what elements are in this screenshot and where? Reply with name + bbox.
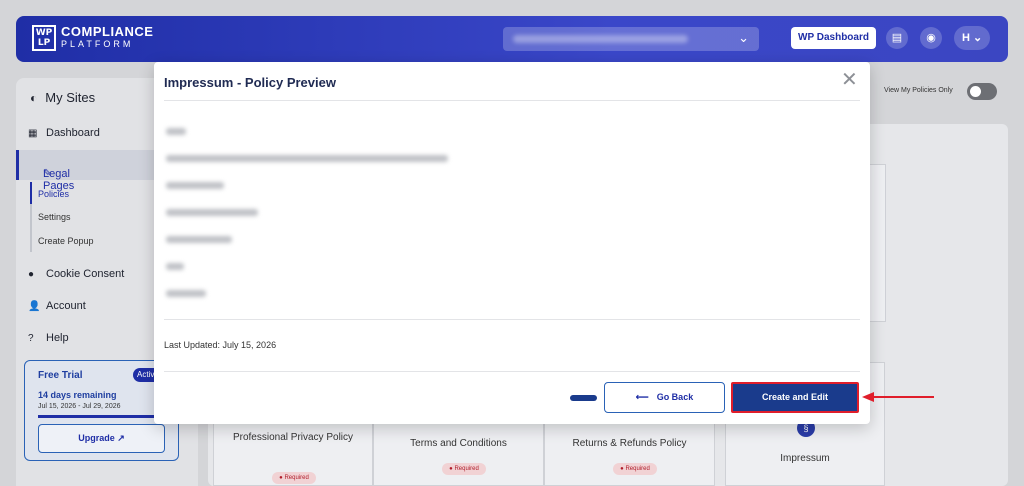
policy-content-line xyxy=(166,236,232,243)
sidebar-item-cookie-consent[interactable]: ● Cookie Consent xyxy=(28,268,124,280)
required-badge: ● Required xyxy=(442,463,486,475)
policy-card-title: Impressum xyxy=(780,453,830,464)
grid-icon: ▦ xyxy=(28,128,38,139)
submenu-active-indicator xyxy=(30,182,32,204)
policy-card[interactable]: Terms and Conditions ● Required xyxy=(373,419,544,486)
sidebar-my-sites[interactable]: ◐ My Sites xyxy=(30,90,95,105)
policy-content-line xyxy=(166,182,224,189)
sidebar-subitem-create-popup[interactable]: Create Popup xyxy=(38,236,94,246)
user-initial: H xyxy=(962,32,970,44)
policy-card[interactable]: Returns & Refunds Policy ● Required xyxy=(544,419,715,486)
sidebar-subitem-settings[interactable]: Settings xyxy=(38,212,71,222)
loading-pill xyxy=(570,395,597,401)
chevron-down-icon: ⌄ xyxy=(738,30,749,45)
user-menu-button[interactable]: H ⌄ xyxy=(954,26,990,50)
chevron-down-icon: ⌄ xyxy=(973,32,983,44)
logo[interactable]: WP LP COMPLIANCE PLATFORM xyxy=(32,25,153,51)
modal-title: Impressum - Policy Preview xyxy=(164,75,336,90)
last-updated-text: Last Updated: July 15, 2026 xyxy=(164,340,277,350)
upgrade-button[interactable]: Upgrade ↗ xyxy=(38,424,165,453)
go-back-button[interactable]: ⟵ Go Back xyxy=(604,382,725,413)
sidebar-item-account[interactable]: 👤 Account xyxy=(28,300,86,312)
trend-up-icon: ↗ xyxy=(117,433,125,443)
logo-mark: WP LP xyxy=(32,25,56,51)
cookie-icon: ● xyxy=(28,269,35,280)
divider xyxy=(164,371,860,372)
user-icon: 👤 xyxy=(28,301,41,312)
policy-content-line xyxy=(166,155,448,162)
top-header: WP LP COMPLIANCE PLATFORM ⌄ WP Dashboard … xyxy=(16,16,1008,62)
logo-line2: PLATFORM xyxy=(61,39,134,49)
annotation-arrow-icon xyxy=(862,392,934,402)
policy-content-line xyxy=(166,209,258,216)
policy-content-line xyxy=(166,128,186,135)
arrow-left-icon: ⟵ xyxy=(635,392,649,402)
required-badge: ● Required xyxy=(613,463,657,475)
policy-preview-modal: Impressum - Policy Preview ✕ Last Update… xyxy=(154,62,870,424)
sidebar-item-dashboard[interactable]: ▦ Dashboard xyxy=(28,127,100,139)
help-icon: ? xyxy=(28,333,34,344)
policy-content-line xyxy=(166,290,206,297)
logo-line1: COMPLIANCE xyxy=(61,24,154,39)
policy-card-title: Terms and Conditions xyxy=(410,438,507,449)
policy-card-title: Returns & Refunds Policy xyxy=(572,438,687,449)
required-badge: ● Required xyxy=(272,472,316,484)
policy-card-edge xyxy=(868,164,886,322)
wp-dashboard-button[interactable]: WP Dashboard xyxy=(791,27,876,49)
support-icon[interactable]: ◉ xyxy=(920,27,942,49)
divider xyxy=(164,319,860,320)
toggle-knob xyxy=(970,86,981,97)
sidebar-item-help[interactable]: ? Help xyxy=(28,332,69,344)
globe-icon: ◐ xyxy=(30,91,38,105)
document-icon[interactable]: ▤ xyxy=(886,27,908,49)
view-my-policies-toggle[interactable] xyxy=(967,83,997,100)
policy-content-line xyxy=(166,263,184,270)
trial-remaining: 14 days remaining xyxy=(38,390,117,400)
policy-card-title: Professional Privacy Policy xyxy=(232,432,354,443)
site-selector[interactable]: ⌄ xyxy=(503,27,759,51)
create-and-edit-button[interactable]: Create and Edit xyxy=(731,382,859,413)
site-selector-value xyxy=(513,35,688,43)
trial-title: Free Trial xyxy=(38,370,83,381)
policy-card[interactable]: Professional Privacy Policy ● Required xyxy=(213,419,373,486)
view-my-policies-label: View My Policies Only xyxy=(884,87,953,94)
trial-dates: Jul 15, 2026 - Jul 29, 2026 xyxy=(38,403,121,410)
sidebar-subitem-policies[interactable]: Policies xyxy=(38,189,69,199)
close-icon[interactable]: ✕ xyxy=(841,70,858,90)
trial-progress-bar xyxy=(38,415,168,418)
divider xyxy=(164,100,860,101)
